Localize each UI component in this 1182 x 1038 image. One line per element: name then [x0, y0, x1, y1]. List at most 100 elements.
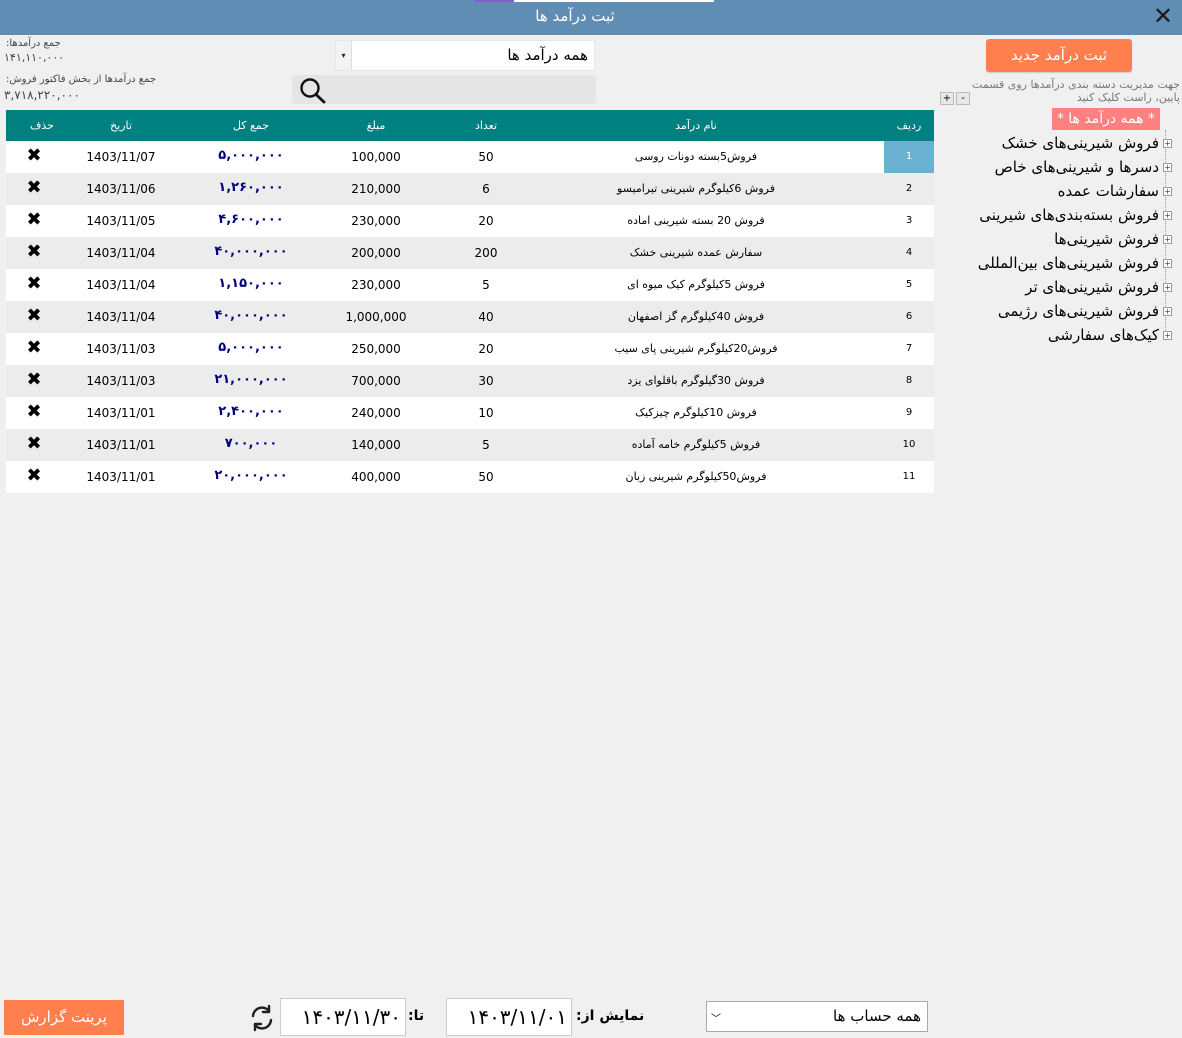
- tree-item-label: فروش شیرینی‌های تر: [1025, 278, 1159, 296]
- delete-icon[interactable]: ✖: [22, 401, 46, 422]
- delete-icon[interactable]: ✖: [22, 145, 46, 166]
- table-row[interactable]: 11 فروش50کیلوگرم شیرینی زبان 50 400,000 ۲۰,۰…: [6, 461, 934, 493]
- invoice-income-value: ۳,۷۱۸,۲۲۰,۰۰۰: [4, 88, 80, 102]
- cell-name: سفارش عمده شیرینی خشک: [629, 246, 763, 259]
- plus-box-icon[interactable]: +: [1163, 331, 1172, 340]
- header-price[interactable]: مبلغ: [326, 119, 426, 132]
- account-select[interactable]: ﹀ همه حساب ها: [706, 1001, 928, 1032]
- chevron-down-icon[interactable]: ▾: [336, 41, 352, 70]
- table-header: ردیف نام درآمد تعداد مبلغ جمع کل تاریخ ح…: [6, 110, 934, 141]
- cell-date: 1403/11/06: [86, 182, 156, 196]
- tree-item[interactable]: + دسرها و شیرینی‌های خاص: [995, 158, 1172, 178]
- table-row[interactable]: 2 فروش 6کیلوگرم شیرینی تیرامیسو 6 210,000 ۱,…: [6, 173, 934, 205]
- tree-item[interactable]: + فروش بسته‌بندی‌های شیرینی: [979, 206, 1172, 226]
- cell-name: فروش5بسته دونات روسی: [634, 150, 758, 163]
- cell-price: 100,000: [351, 150, 401, 164]
- delete-icon[interactable]: ✖: [22, 241, 46, 262]
- table-row[interactable]: 7 فروش20کیلوگرم شیرینی پای سیب 20 250,000 ۵,…: [6, 333, 934, 365]
- cell-rowno: 7: [905, 343, 913, 354]
- cell-price: 250,000: [351, 342, 401, 356]
- cell-name: فروش 40کیلوگرم گز اصفهان: [627, 310, 765, 323]
- search-input[interactable]: [332, 77, 592, 102]
- table-row[interactable]: 9 فروش 10کیلوگرم چیزکیک 10 240,000 ۲,۴۰۰,۰۰۰…: [6, 397, 934, 429]
- tree-item[interactable]: + کیک‌های سفارشی: [1048, 326, 1172, 346]
- delete-icon[interactable]: ✖: [22, 209, 46, 230]
- header-delete[interactable]: حذف: [22, 119, 62, 132]
- table-row[interactable]: 1 فروش5بسته دونات روسی 50 100,000 ۵,۰۰۰,۰۰۰ 1…: [6, 141, 934, 173]
- category-select[interactable]: ▾ همه درآمد ها: [335, 40, 595, 71]
- cell-rowno: 2: [905, 183, 913, 194]
- tree-item[interactable]: + فروش شیرینی‌های خشک: [1002, 134, 1172, 154]
- tree-item[interactable]: + سفارشات عمده: [1058, 182, 1172, 202]
- cell-qty: 20: [478, 214, 494, 228]
- plus-box-icon[interactable]: +: [1163, 211, 1172, 220]
- cell-price: 230,000: [351, 214, 401, 228]
- cell-total: ۵,۰۰۰,۰۰۰: [218, 148, 284, 163]
- cell-rowno: 1: [884, 141, 934, 173]
- search-icon[interactable]: [297, 76, 327, 104]
- table-row[interactable]: 10 فروش 5کیلوگرم خامه آماده 5 140,000 ۷۰۰,۰۰…: [6, 429, 934, 461]
- cell-name: فروش 6کیلوگرم شیرینی تیرامیسو: [617, 182, 775, 195]
- header-total[interactable]: جمع کل: [196, 119, 306, 132]
- cell-date: 1403/11/07: [86, 150, 156, 164]
- plus-box-icon[interactable]: +: [1163, 307, 1172, 316]
- collapse-all-button[interactable]: -: [956, 92, 970, 105]
- cell-rowno: 6: [905, 311, 913, 322]
- cell-price: 230,000: [351, 278, 401, 292]
- close-icon[interactable]: ✕: [1150, 3, 1176, 29]
- cell-date: 1403/11/04: [86, 246, 156, 260]
- chevron-down-icon[interactable]: ﹀: [711, 1010, 721, 1025]
- cell-total: ۱,۱۵۰,۰۰۰: [218, 276, 284, 291]
- header-name[interactable]: نام درآمد: [566, 119, 826, 132]
- delete-icon[interactable]: ✖: [22, 305, 46, 326]
- tree-item[interactable]: + فروش شیرینی‌های بین‌المللی: [978, 254, 1172, 274]
- total-income-label: جمع درآمدها:: [6, 38, 61, 49]
- cell-qty: 20: [478, 342, 494, 356]
- cell-qty: 50: [478, 470, 494, 484]
- delete-icon[interactable]: ✖: [22, 465, 46, 486]
- plus-box-icon[interactable]: +: [1163, 163, 1172, 172]
- tree-root-all-income[interactable]: * همه درآمد ها *: [1051, 108, 1160, 130]
- cell-name: فروش50کیلوگرم شیرینی زبان: [625, 470, 767, 483]
- delete-icon[interactable]: ✖: [22, 433, 46, 454]
- delete-icon[interactable]: ✖: [22, 273, 46, 294]
- refresh-icon[interactable]: [247, 1003, 277, 1033]
- plus-box-icon[interactable]: +: [1163, 235, 1172, 244]
- plus-box-icon[interactable]: +: [1163, 187, 1172, 196]
- table-row[interactable]: 5 فروش 5کیلوگرم کیک میوه ای 5 230,000 ۱,۱۵۰,…: [6, 269, 934, 301]
- table-row[interactable]: 3 فروش 20 بسته شیرینی اماده 20 230,000 ۴,۶۰۰…: [6, 205, 934, 237]
- tree-item[interactable]: + فروش شیرینی‌ها: [1054, 230, 1172, 250]
- cell-rowno: 11: [902, 471, 916, 482]
- cell-total: ۷۰۰,۰۰۰: [224, 436, 278, 451]
- plus-box-icon[interactable]: +: [1163, 283, 1172, 292]
- table-row[interactable]: 8 فروش 30گیلوگرم باقلوای یزد 30 700,000 ۲۱,۰…: [6, 365, 934, 397]
- cell-name: فروش 20 بسته شیرینی اماده: [627, 214, 765, 227]
- tree-item-label: فروش شیرینی‌های خشک: [1001, 134, 1159, 152]
- cell-qty: 10: [478, 406, 494, 420]
- print-report-button[interactable]: پرینت گزارش: [4, 1000, 124, 1035]
- delete-icon[interactable]: ✖: [22, 369, 46, 390]
- delete-icon[interactable]: ✖: [22, 177, 46, 198]
- expand-all-button[interactable]: +: [940, 92, 954, 105]
- header-rowno[interactable]: ردیف: [884, 119, 934, 132]
- cell-qty: 40: [478, 310, 494, 324]
- header-date[interactable]: تاریخ: [66, 119, 176, 132]
- category-selected-value: همه درآمد ها: [507, 46, 588, 64]
- table-row[interactable]: 4 سفارش عمده شیرینی خشک 200 200,000 ۴۰,۰۰۰,۰…: [6, 237, 934, 269]
- new-income-button[interactable]: ثبت درآمد جدید: [986, 39, 1132, 72]
- plus-box-icon[interactable]: +: [1163, 259, 1172, 268]
- to-date-field[interactable]: ۱۴۰۳/۱۱/۳۰: [280, 998, 406, 1036]
- cell-price: 240,000: [351, 406, 401, 420]
- from-date-label: نمایش از:: [576, 1008, 645, 1024]
- cell-date: 1403/11/01: [86, 470, 156, 484]
- header-qty[interactable]: تعداد: [436, 119, 536, 132]
- cell-rowno: 10: [902, 439, 916, 450]
- category-hint: جهت مدیریت دسته بندی درآمدها روی قسمت پا…: [972, 78, 1180, 104]
- tree-item[interactable]: + فروش شیرینی‌های رژیمی: [998, 302, 1172, 322]
- from-date-field[interactable]: ۱۴۰۳/۱۱/۰۱: [446, 998, 572, 1036]
- plus-box-icon[interactable]: +: [1163, 139, 1172, 148]
- delete-icon[interactable]: ✖: [22, 337, 46, 358]
- table-row[interactable]: 6 فروش 40کیلوگرم گز اصفهان 40 1,000,000 ۴۰,۰…: [6, 301, 934, 333]
- tree-item[interactable]: + فروش شیرینی‌های تر: [1025, 278, 1172, 298]
- cell-total: ۲,۴۰۰,۰۰۰: [218, 404, 284, 419]
